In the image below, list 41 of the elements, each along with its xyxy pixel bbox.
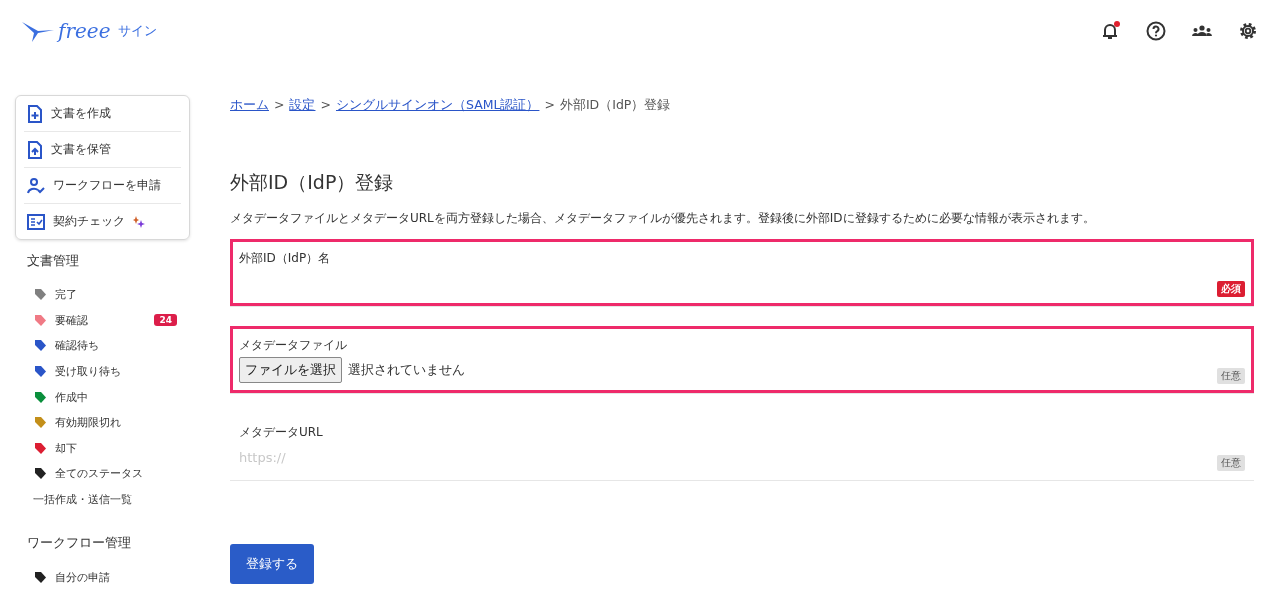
quick-action-link[interactable]: 文書を作成 <box>24 96 181 132</box>
quick-action-link[interactable]: 文書を保管 <box>24 132 181 168</box>
field-badge: 任意 <box>1217 455 1245 471</box>
description-text: メタデータファイルとメタデータURLを両方登録した場合、メタデータファイルが優先されます。登録後に外部IDに登録するために必要な情報が表示されます。 <box>230 210 1096 227</box>
sidebar-item[interactable]: 受け取り待ち <box>15 358 190 385</box>
logo-text: freee <box>58 19 111 43</box>
sidebar-item[interactable]: 要確認 24 <box>15 307 190 334</box>
field-label: メタデータファイル <box>239 337 348 354</box>
field-badge: 必須 <box>1217 281 1245 297</box>
page-title: 外部ID（IdP）登録 <box>230 170 395 195</box>
sidebar-item[interactable]: 確認待ち <box>15 333 190 359</box>
sidebar-item[interactable]: 一括作成・送信一覧 <box>15 486 190 513</box>
sidebar-item[interactable]: 作成中 <box>15 384 190 410</box>
sidebar-item[interactable]: 全てのステータス <box>15 461 190 487</box>
field-label: メタデータURL <box>239 424 324 441</box>
breadcrumb-current: 外部ID（IdP）登録 <box>559 97 671 114</box>
checklist-icon <box>27 213 45 230</box>
sidebar-item[interactable]: 却下 <box>15 435 190 462</box>
sidebar-item[interactable]: 自分の申請 <box>15 564 190 590</box>
choose-file-button[interactable]: ファイルを選択 <box>239 357 342 383</box>
document-upload-icon <box>27 140 43 159</box>
breadcrumb-separator: > <box>274 97 285 112</box>
file-status-text: 選択されていません <box>348 361 465 379</box>
logo-suffix: サイン <box>118 22 158 40</box>
sidebar-item[interactable]: 有効期限切れ <box>15 409 190 436</box>
count-badge: 24 <box>154 314 177 327</box>
field-badge: 任意 <box>1217 368 1245 384</box>
field-label: 外部ID（IdP）名 <box>239 250 332 267</box>
register-button[interactable]: 登録する <box>230 544 314 584</box>
breadcrumb-separator: > <box>544 97 555 112</box>
person-check-icon <box>27 177 45 194</box>
sidebar-section-title: ワークフロー管理 <box>27 534 132 553</box>
sidebar-item[interactable]: 完了 <box>15 282 190 308</box>
quick-action-link[interactable]: 契約チェック <box>24 204 181 239</box>
breadcrumb-link[interactable]: ホーム <box>230 97 269 114</box>
breadcrumb-link[interactable]: 設定 <box>289 97 316 114</box>
breadcrumb-separator: > <box>320 97 331 112</box>
document-plus-icon <box>27 104 43 123</box>
quick-action-link[interactable]: ワークフローを申請 <box>24 168 181 204</box>
breadcrumb-link[interactable]: シングルサインオン（SAML認証） <box>335 97 540 114</box>
sidebar-section-title: 文書管理 <box>27 252 80 270</box>
